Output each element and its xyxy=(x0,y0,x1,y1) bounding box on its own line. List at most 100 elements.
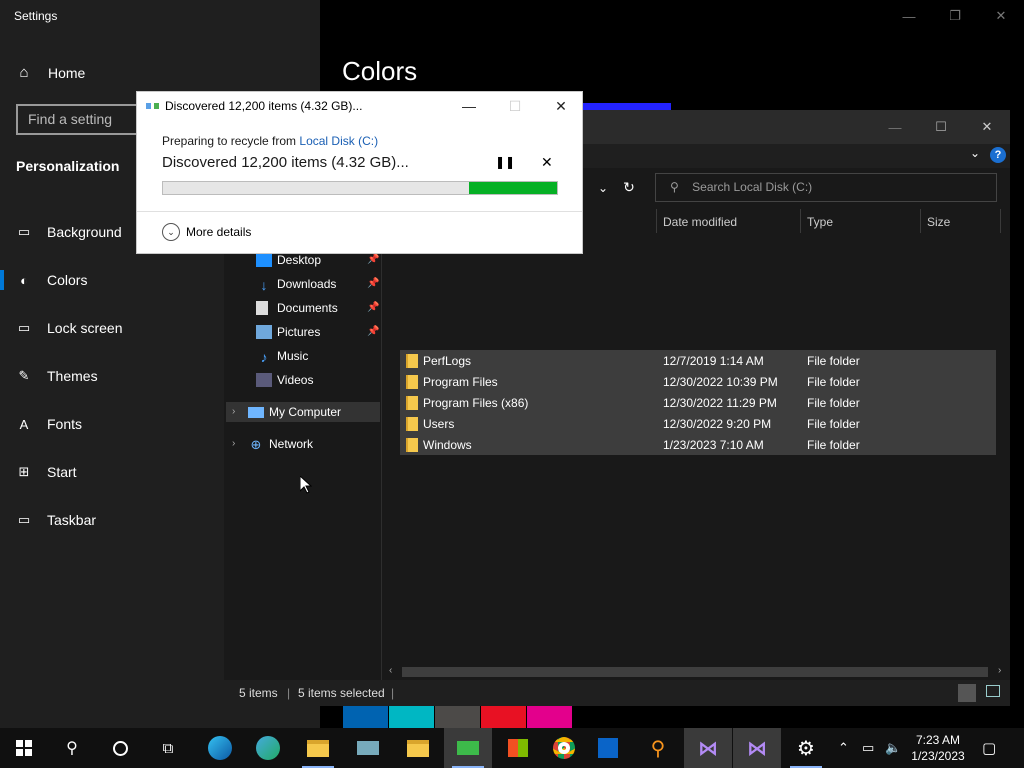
nav-item-start[interactable]: ⊞ Start xyxy=(0,448,220,496)
nav-item-fonts[interactable]: A Fonts xyxy=(0,400,220,448)
taskbar-copy-progress[interactable] xyxy=(444,728,492,768)
more-details-label: More details xyxy=(186,225,252,239)
folder-icon xyxy=(407,739,429,757)
cancel-icon[interactable]: ✕ xyxy=(541,154,557,170)
page-title: Colors xyxy=(342,56,418,86)
scroll-left-icon[interactable]: ‹ xyxy=(389,665,392,676)
row-date: 12/7/2019 1:14 AM xyxy=(663,354,764,368)
status-item-count: 5 items xyxy=(239,686,278,700)
nav-network[interactable]: ⊕ Network xyxy=(248,433,313,455)
close-button[interactable]: ✕ xyxy=(964,110,1010,144)
large-icons-view-icon[interactable] xyxy=(986,685,1000,697)
minimize-button[interactable]: — xyxy=(872,110,918,144)
color-swatch[interactable] xyxy=(527,706,572,728)
row-type: File folder xyxy=(807,354,860,368)
taskbar-edge[interactable] xyxy=(196,728,244,768)
row-name: Windows xyxy=(423,438,472,452)
pin-icon: 📌 xyxy=(367,278,380,289)
taskbar-visual-studio-2[interactable]: ⋈ xyxy=(733,728,781,768)
start-icon: ⊞ xyxy=(18,464,30,479)
table-row[interactable]: PerfLogs 12/7/2019 1:14 AM File folder xyxy=(400,350,996,371)
home-icon: ⌂ xyxy=(19,64,29,81)
row-type: File folder xyxy=(807,375,860,389)
start-button[interactable] xyxy=(0,728,48,768)
volume-icon[interactable]: 🔈 xyxy=(885,728,901,768)
minimize-button[interactable]: — xyxy=(446,92,492,120)
taskbar-remote[interactable] xyxy=(344,728,392,768)
nav-item-lock-screen[interactable]: ▭ Lock screen xyxy=(0,304,220,352)
taskbar-file-explorer[interactable] xyxy=(294,728,342,768)
table-row[interactable]: Program Files 12/30/2022 10:39 PM File f… xyxy=(400,371,996,392)
status-bar: 5 items | 5 items selected | xyxy=(224,680,1010,706)
scroll-right-icon[interactable]: › xyxy=(998,665,1001,676)
computer-icon xyxy=(248,406,264,418)
row-type: File folder xyxy=(807,396,860,410)
restore-button[interactable]: ❐ xyxy=(932,0,978,32)
nav-label: Pictures xyxy=(277,325,321,339)
nav-pictures[interactable]: Pictures xyxy=(256,321,320,343)
search-button[interactable]: ⚲ xyxy=(48,728,96,768)
details-view-icon[interactable] xyxy=(958,684,976,702)
notifications-icon[interactable]: ▢ xyxy=(982,728,996,768)
task-view-button[interactable]: ⧉ xyxy=(144,728,192,768)
network-status-icon[interactable]: ▭ xyxy=(862,728,874,768)
taskbar-settings[interactable]: ⚙ xyxy=(782,728,830,768)
nav-documents[interactable]: Documents xyxy=(256,297,338,319)
settings-title: Settings xyxy=(14,9,58,23)
nav-downloads[interactable]: ↓ Downloads xyxy=(256,273,337,295)
taskbar-visual-studio[interactable]: ⋈ xyxy=(684,728,732,768)
column-type[interactable]: Type xyxy=(801,209,921,233)
nav-item-themes[interactable]: ✎ Themes xyxy=(0,352,220,400)
status-selected-count: 5 items selected xyxy=(298,686,385,700)
cortana-button[interactable] xyxy=(96,728,144,768)
tray-chevron-icon[interactable]: ⌃ xyxy=(838,728,849,768)
folder-icon xyxy=(406,375,418,389)
pause-icon[interactable]: ❚❚ xyxy=(495,155,515,171)
scrollbar-thumb[interactable] xyxy=(402,667,988,677)
search-input[interactable]: ⚲ Search Local Disk (C:) xyxy=(655,173,997,202)
column-size[interactable]: Size xyxy=(921,209,1001,233)
nav-item-taskbar[interactable]: ▭ Taskbar xyxy=(0,496,220,544)
clock[interactable]: 7:23 AM 1/23/2023 xyxy=(908,732,968,764)
close-button[interactable]: ✕ xyxy=(978,0,1024,32)
color-swatch[interactable] xyxy=(389,706,434,728)
pictures-icon xyxy=(256,325,272,339)
taskbar-edge-beta[interactable] xyxy=(244,728,292,768)
nav-item-colors[interactable]: ◐ Colors xyxy=(0,256,220,304)
nav-my-computer[interactable]: My Computer xyxy=(248,401,341,423)
minimize-button[interactable]: — xyxy=(886,0,932,32)
table-row[interactable]: Users 12/30/2022 9:20 PM File folder xyxy=(400,413,996,434)
nav-music[interactable]: ♪ Music xyxy=(256,345,309,367)
table-row[interactable]: Program Files (x86) 12/30/2022 11:29 PM … xyxy=(400,392,996,413)
more-details-button[interactable]: ⌄ More details xyxy=(162,223,251,241)
color-swatch[interactable] xyxy=(481,706,526,728)
ribbon-expand-chevron-icon[interactable]: ⌄ xyxy=(970,146,980,160)
settings-home-link[interactable]: ⌂ Home xyxy=(16,64,85,81)
column-date-modified[interactable]: Date modified xyxy=(656,209,801,233)
refresh-icon[interactable]: ↻ xyxy=(616,173,642,202)
close-button[interactable]: ✕ xyxy=(538,92,584,120)
taskbar-store[interactable] xyxy=(494,728,542,768)
taskbar-search-tool[interactable]: ⚲ xyxy=(634,728,682,768)
taskbar-chrome[interactable] xyxy=(540,728,588,768)
folder-icon xyxy=(307,739,329,757)
address-dropdown-icon[interactable]: ⌄ xyxy=(590,173,616,202)
color-swatch[interactable] xyxy=(343,706,388,728)
lock-screen-icon: ▭ xyxy=(17,320,31,335)
search-icon: ⚲ xyxy=(66,740,78,757)
table-row[interactable]: Windows 1/23/2023 7:10 AM File folder xyxy=(400,434,996,455)
color-swatch[interactable] xyxy=(435,706,480,728)
taskbar-app-blue[interactable] xyxy=(584,728,632,768)
folder-icon xyxy=(406,438,418,452)
expand-chevron-icon[interactable]: › xyxy=(232,406,235,417)
maximize-button[interactable]: ☐ xyxy=(918,110,964,144)
row-date: 1/23/2023 7:10 AM xyxy=(663,438,764,452)
source-location-link[interactable]: Local Disk (C:) xyxy=(299,134,378,148)
expand-chevron-icon[interactable]: › xyxy=(232,438,235,449)
status-divider: | xyxy=(287,686,291,700)
help-icon[interactable]: ? xyxy=(990,147,1006,163)
nav-videos[interactable]: Videos xyxy=(256,369,313,391)
taskbar-file-explorer-2[interactable] xyxy=(394,728,442,768)
home-label: Home xyxy=(48,64,86,81)
horizontal-scrollbar[interactable]: ‹ › xyxy=(384,664,1010,680)
